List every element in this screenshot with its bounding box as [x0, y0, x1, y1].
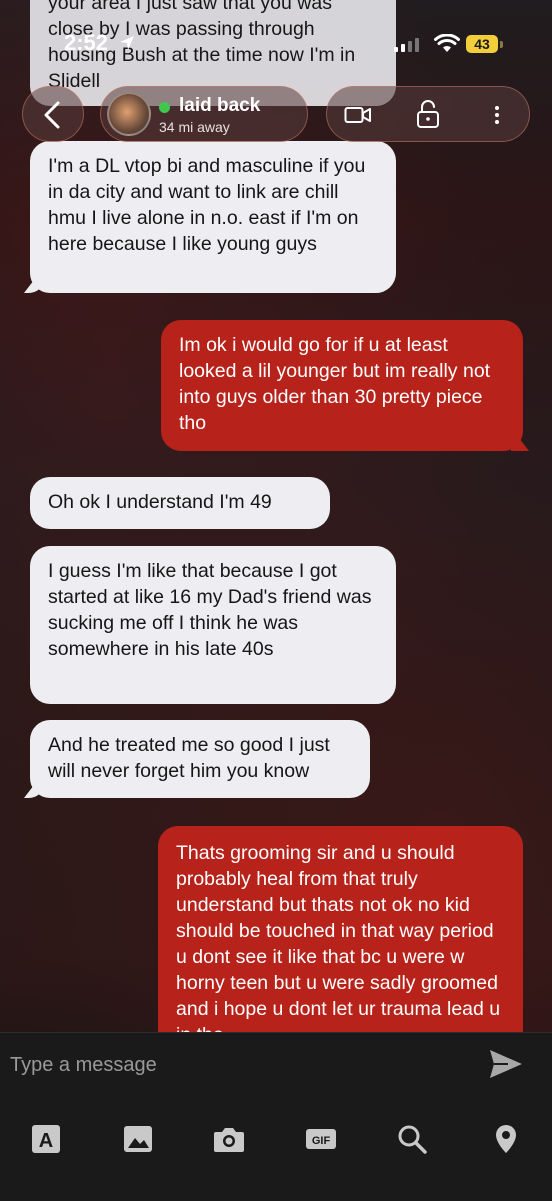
profile-name: laid back — [179, 95, 261, 116]
message-text: Oh ok I understand I'm 49 — [48, 491, 272, 513]
header-actions — [326, 86, 530, 142]
location-button[interactable] — [490, 1123, 522, 1160]
bubble-tail — [511, 437, 529, 451]
attachment-toolbar: A GIF — [0, 1123, 552, 1163]
message-text: Im ok i would go for if u at least looke… — [179, 334, 491, 434]
status-bar: 2:52 43 — [0, 0, 552, 90]
location-arrow-icon — [120, 36, 134, 50]
online-indicator — [159, 102, 170, 113]
chevron-left-icon — [44, 101, 60, 129]
unlock-icon[interactable] — [415, 99, 441, 129]
battery-cap — [500, 41, 503, 48]
location-pin-icon — [496, 1125, 516, 1153]
profile-button[interactable]: laid back 34 mi away — [100, 86, 308, 142]
cellular-signal-icon — [394, 38, 419, 52]
message-received: And he treated me so good I just will ne… — [24, 720, 370, 798]
wifi-icon — [434, 34, 460, 52]
battery-indicator: 43 — [466, 35, 498, 53]
bubble-tail — [24, 784, 42, 798]
text-format-icon: A — [32, 1125, 60, 1153]
message-received: Oh ok I understand I'm 49 — [30, 477, 330, 529]
search-icon — [398, 1125, 427, 1154]
text-format-glyph: A — [39, 1130, 53, 1152]
gif-icon: GIF — [306, 1129, 336, 1149]
video-call-icon[interactable] — [344, 103, 372, 127]
search-button[interactable] — [396, 1123, 428, 1160]
message-received: I guess I'm like that because I got star… — [30, 546, 396, 704]
message-sent: Thats grooming sir and u should probably… — [158, 826, 523, 1032]
message-text: I guess I'm like that because I got star… — [48, 560, 372, 660]
message-received: I'm a DL vtop bi and masculine if you in… — [24, 141, 396, 293]
gif-glyph: GIF — [312, 1135, 331, 1147]
message-text: Thats grooming sir and u should probably… — [176, 842, 501, 1032]
message-text: And he treated me so good I just will ne… — [48, 734, 330, 782]
bubble-tail — [24, 279, 42, 293]
gif-button[interactable]: GIF — [304, 1123, 338, 1160]
text-format-button[interactable]: A — [30, 1123, 62, 1160]
camera-icon — [214, 1128, 244, 1152]
back-button[interactable] — [22, 86, 84, 142]
message-sent: Im ok i would go for if u at least looke… — [161, 320, 529, 451]
more-options-icon[interactable] — [491, 103, 503, 127]
photo-icon — [124, 1126, 152, 1152]
message-text: I'm a DL vtop bi and masculine if you in… — [48, 155, 366, 255]
send-icon[interactable] — [488, 1047, 524, 1081]
message-input[interactable] — [8, 1047, 452, 1083]
avatar — [107, 92, 151, 136]
message-composer: A GIF — [0, 1032, 552, 1201]
photo-button[interactable] — [122, 1123, 154, 1160]
chat-header: laid back 34 mi away — [0, 86, 552, 146]
message-list[interactable]: your area I just saw that you was close … — [0, 0, 552, 1032]
profile-distance: 34 mi away — [159, 119, 230, 135]
clock: 2:52 — [64, 30, 109, 55]
camera-button[interactable] — [212, 1123, 246, 1160]
